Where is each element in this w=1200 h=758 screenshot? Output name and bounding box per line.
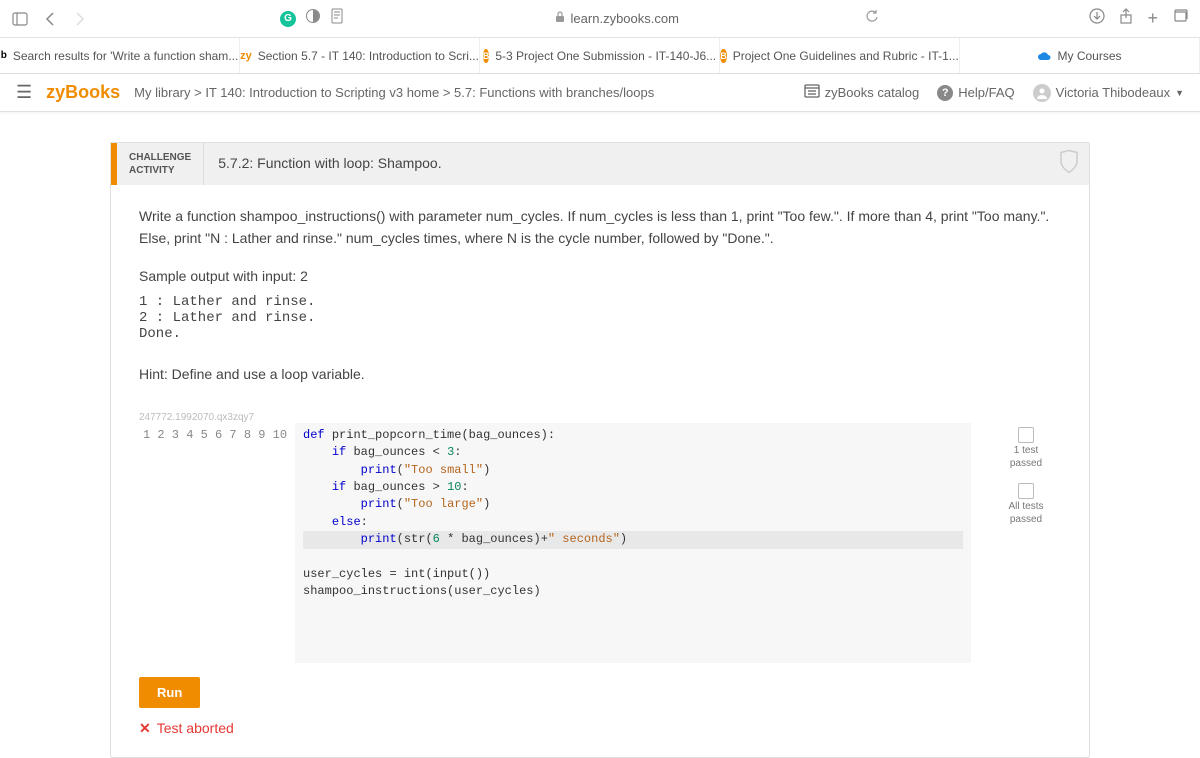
activity-title: 5.7.2: Function with loop: Shampoo. [204,143,1089,185]
share-icon[interactable] [1119,8,1133,29]
favicon-cloud [1037,49,1051,63]
download-icon[interactable] [1089,8,1105,29]
favicon-zy: zy [240,49,252,63]
test-aborted-message: ✕ Test aborted [111,712,1089,757]
activity-hint: Hint: Define and use a loop variable. [139,366,1061,382]
code-editor[interactable]: 1 2 3 4 5 6 7 8 9 10 def print_popcorn_t… [139,423,971,663]
zybooks-header: ☰ zyBooks My library > IT 140: Introduct… [0,74,1200,112]
url-host[interactable]: learn.zybooks.com [571,11,679,26]
menu-icon[interactable]: ☰ [16,82,32,103]
sample-output: 1 : Lather and rinse. 2 : Lather and rin… [139,294,1061,342]
browser-tab-3[interactable]: B Project One Guidelines and Rubric - IT… [720,38,960,73]
tab-label: My Courses [1057,49,1121,63]
grammarly-icon[interactable]: G [280,11,296,27]
favicon-orange: B [483,49,490,63]
browser-tab-4[interactable]: My Courses [960,38,1200,73]
help-link[interactable]: ? Help/FAQ [937,85,1014,101]
checkbox-icon [1018,483,1034,499]
user-menu[interactable]: Victoria Thibodeaux ▼ [1033,84,1184,102]
shield-ext-icon[interactable] [306,9,320,28]
tab-label: 5-3 Project One Submission - IT-140-J6..… [495,49,716,63]
favicon-b: b [1,49,7,63]
sidebar-icon[interactable] [12,11,28,27]
reload-icon[interactable] [865,10,879,27]
plus-icon[interactable]: + [1147,8,1158,29]
completion-shield-icon [1059,150,1079,179]
sample-output-label: Sample output with input: 2 [139,268,1061,284]
code-content[interactable]: def print_popcorn_time(bag_ounces): if b… [295,423,971,663]
catalog-icon [804,84,820,101]
lock-icon [555,11,565,26]
run-button[interactable]: Run [139,677,200,708]
tab-label: Project One Guidelines and Rubric - IT-1… [733,49,959,63]
x-icon: ✕ [139,720,151,737]
challenge-activity-card: CHALLENGE ACTIVITY 5.7.2: Function with … [110,142,1090,758]
browser-tab-1[interactable]: zy Section 5.7 - IT 140: Introduction to… [240,38,480,73]
browser-tabs: b Search results for 'Write a function s… [0,38,1200,74]
browser-tab-2[interactable]: B 5-3 Project One Submission - IT-140-J6… [480,38,720,73]
favicon-orange: B [720,49,727,63]
catalog-link[interactable]: zyBooks catalog [804,84,920,101]
notes-ext-icon[interactable] [330,8,344,29]
browser-toolbar: G learn.zybooks.com + [0,0,1200,38]
activity-instructions: Write a function shampoo_instructions() … [139,205,1061,250]
browser-tab-0[interactable]: b Search results for 'Write a function s… [0,38,240,73]
one-test-passed-indicator: 1 test passed [991,427,1061,469]
code-id: 247772.1992070.qx3zqy7 [111,412,1089,423]
chevron-down-icon: ▼ [1175,88,1184,98]
activity-header: CHALLENGE ACTIVITY 5.7.2: Function with … [111,143,1089,185]
user-icon [1033,84,1051,102]
tab-label: Section 5.7 - IT 140: Introduction to Sc… [258,49,479,63]
checkbox-icon [1018,427,1034,443]
breadcrumb[interactable]: My library > IT 140: Introduction to Scr… [134,85,789,100]
zybooks-logo[interactable]: zyBooks [46,82,120,103]
back-icon[interactable] [42,11,58,27]
all-tests-passed-indicator: All tests passed [991,483,1061,525]
tabs-icon[interactable] [1172,9,1188,28]
tests-panel: 1 test passed All tests passed [991,423,1061,663]
forward-icon[interactable] [72,11,88,27]
help-icon: ? [937,85,953,101]
activity-badge: CHALLENGE ACTIVITY [117,143,204,185]
line-gutter: 1 2 3 4 5 6 7 8 9 10 [139,423,295,663]
tab-label: Search results for 'Write a function sha… [13,49,239,63]
